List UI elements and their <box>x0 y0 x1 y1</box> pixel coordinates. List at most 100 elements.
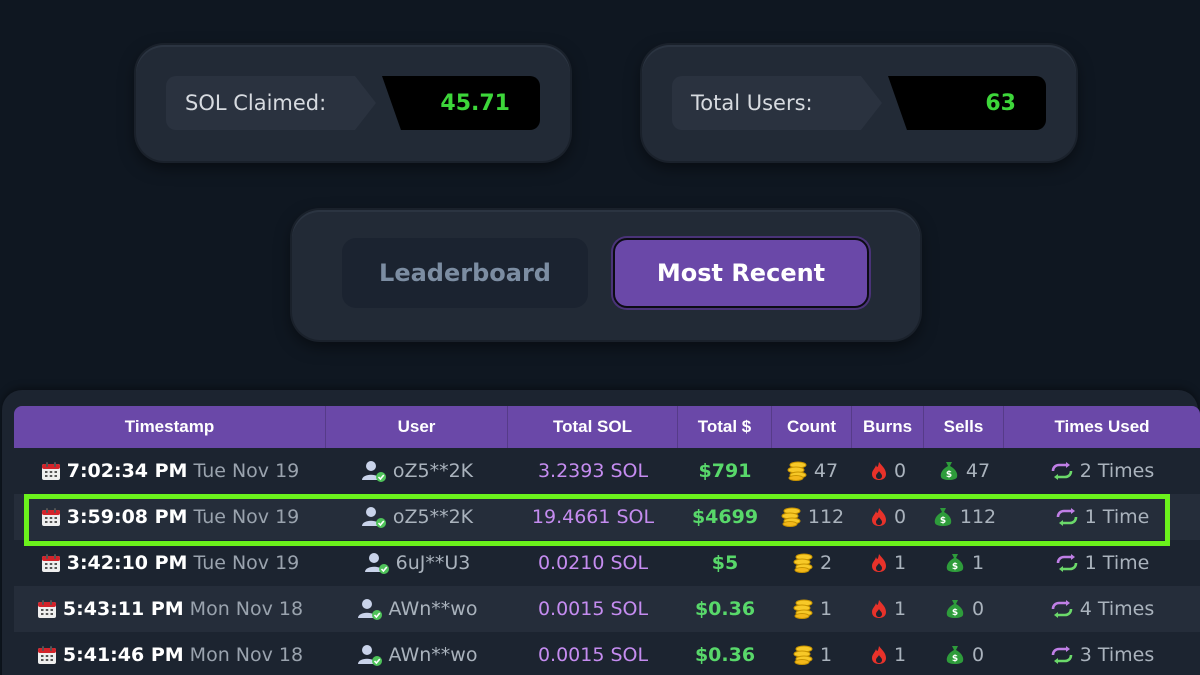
times-used-value: 3 Times <box>1079 644 1155 666</box>
burns-value: 1 <box>893 598 907 620</box>
user-address[interactable]: 6uJ**U3 <box>396 552 471 574</box>
header-burns[interactable]: Burns <box>852 406 924 448</box>
timestamp-time: 3:42:10 PM <box>66 552 188 574</box>
table-row[interactable]: 3:42:10 PM Tue Nov 19 6uJ**U3 0.0210 SOL… <box>14 540 1200 586</box>
burns-cell: 1 <box>852 644 924 666</box>
sells-value: 0 <box>971 598 985 620</box>
timestamp-time: 3:59:08 PM <box>66 506 188 528</box>
user-verified-icon <box>361 461 386 482</box>
user-cell: oZ5**2K <box>326 460 508 482</box>
table-row[interactable]: 7:02:34 PM Tue Nov 19 oZ5**2K 3.2393 SOL… <box>14 448 1200 494</box>
coins-icon <box>787 461 807 481</box>
user-cell: AWn**wo <box>326 644 508 666</box>
table-row[interactable]: 5:43:11 PM Mon Nov 18 AWn**wo 0.0015 SOL… <box>14 586 1200 632</box>
timestamp-cell: 5:43:11 PM Mon Nov 18 <box>14 598 326 620</box>
total-sol-cell: 0.0015 SOL <box>508 598 678 620</box>
user-address[interactable]: AWn**wo <box>389 644 478 666</box>
timestamp-time: 5:43:11 PM <box>62 598 184 620</box>
burns-cell: 0 <box>852 460 924 482</box>
sol-claimed-value: 45.71 <box>382 76 540 130</box>
svg-text:$: $ <box>952 654 958 664</box>
timestamp-cell: 3:42:10 PM Tue Nov 19 <box>14 552 326 574</box>
burns-value: 0 <box>893 506 907 528</box>
total-usd-value: $0.36 <box>694 598 756 620</box>
times-used-value: 1 Time <box>1084 552 1150 574</box>
coins-icon <box>793 553 813 573</box>
fire-icon <box>871 600 886 618</box>
calendar-icon <box>41 554 60 572</box>
total-sol-value: 0.0015 SOL <box>537 644 649 666</box>
header-total-usd[interactable]: Total $ <box>678 406 772 448</box>
times-used-cell: 4 Times <box>1004 598 1200 620</box>
header-user[interactable]: User <box>326 406 508 448</box>
timestamp-date: Tue Nov 19 <box>193 506 300 528</box>
sells-cell: $ 47 <box>924 460 1004 482</box>
burns-cell: 1 <box>852 552 924 574</box>
sells-value: 47 <box>965 460 991 482</box>
timestamp-date: Tue Nov 19 <box>193 460 300 482</box>
money-bag-icon: $ <box>946 554 964 572</box>
svg-text:$: $ <box>952 608 958 618</box>
calendar-icon <box>37 646 56 664</box>
burns-cell: 0 <box>852 506 924 528</box>
user-verified-icon <box>361 507 386 528</box>
fire-icon <box>871 554 886 572</box>
timestamp-date: Mon Nov 18 <box>189 598 304 620</box>
header-total-sol[interactable]: Total SOL <box>508 406 678 448</box>
fire-icon <box>871 462 886 480</box>
burns-cell: 1 <box>852 598 924 620</box>
coins-icon <box>793 599 813 619</box>
svg-text:$: $ <box>946 470 952 480</box>
times-used-cell: 2 Times <box>1004 460 1200 482</box>
count-value: 1 <box>819 644 833 666</box>
tab-leaderboard[interactable]: Leaderboard <box>342 238 588 308</box>
times-used-cell: 3 Times <box>1004 644 1200 666</box>
total-usd-value: $4699 <box>691 506 759 528</box>
recent-claims-table: Timestamp User Total SOL Total $ Count B… <box>14 406 1200 675</box>
times-used-cell: 1 Time <box>1004 506 1200 528</box>
sells-cell: $ 1 <box>924 552 1004 574</box>
count-value: 47 <box>813 460 839 482</box>
sol-claimed-label: SOL Claimed: <box>166 76 376 130</box>
sells-value: 112 <box>959 506 997 528</box>
total-sol-value: 19.4661 SOL <box>531 506 655 528</box>
header-times-used[interactable]: Times Used <box>1004 406 1200 448</box>
money-bag-icon: $ <box>946 646 964 664</box>
total-usd-cell: $791 <box>678 460 772 482</box>
total-usd-value: $791 <box>698 460 752 482</box>
total-sol-cell: 0.0015 SOL <box>508 644 678 666</box>
svg-text:$: $ <box>940 516 946 526</box>
sells-value: 0 <box>971 644 985 666</box>
burns-value: 1 <box>893 644 907 666</box>
count-cell: 1 <box>772 598 852 620</box>
total-users-label: Total Users: <box>672 76 882 130</box>
money-bag-icon: $ <box>934 508 952 526</box>
user-address[interactable]: oZ5**2K <box>393 506 473 528</box>
table-row[interactable]: 5:41:46 PM Mon Nov 18 AWn**wo 0.0015 SOL… <box>14 632 1200 675</box>
header-timestamp[interactable]: Timestamp <box>14 406 326 448</box>
count-cell: 1 <box>772 644 852 666</box>
count-cell: 47 <box>772 460 852 482</box>
table-body: 7:02:34 PM Tue Nov 19 oZ5**2K 3.2393 SOL… <box>14 448 1200 675</box>
repeat-icon <box>1056 508 1077 526</box>
user-address[interactable]: AWn**wo <box>389 598 478 620</box>
timestamp-cell: 7:02:34 PM Tue Nov 19 <box>14 460 326 482</box>
fire-icon <box>871 646 886 664</box>
total-sol-cell: 19.4661 SOL <box>508 506 678 528</box>
sol-claimed-card: SOL Claimed: 45.71 <box>136 45 570 161</box>
header-sells[interactable]: Sells <box>924 406 1004 448</box>
sells-value: 1 <box>971 552 985 574</box>
count-cell: 112 <box>772 506 852 528</box>
total-usd-cell: $0.36 <box>678 598 772 620</box>
header-count[interactable]: Count <box>772 406 852 448</box>
user-verified-icon <box>357 599 382 620</box>
tab-most-recent[interactable]: Most Recent <box>613 238 869 308</box>
burns-value: 0 <box>893 460 907 482</box>
user-verified-icon <box>357 645 382 666</box>
user-verified-icon <box>364 553 389 574</box>
coins-icon <box>793 645 813 665</box>
table-row[interactable]: 3:59:08 PM Tue Nov 19 oZ5**2K 19.4661 SO… <box>14 494 1200 540</box>
times-used-cell: 1 Time <box>1004 552 1200 574</box>
user-address[interactable]: oZ5**2K <box>393 460 473 482</box>
timestamp-cell: 5:41:46 PM Mon Nov 18 <box>14 644 326 666</box>
